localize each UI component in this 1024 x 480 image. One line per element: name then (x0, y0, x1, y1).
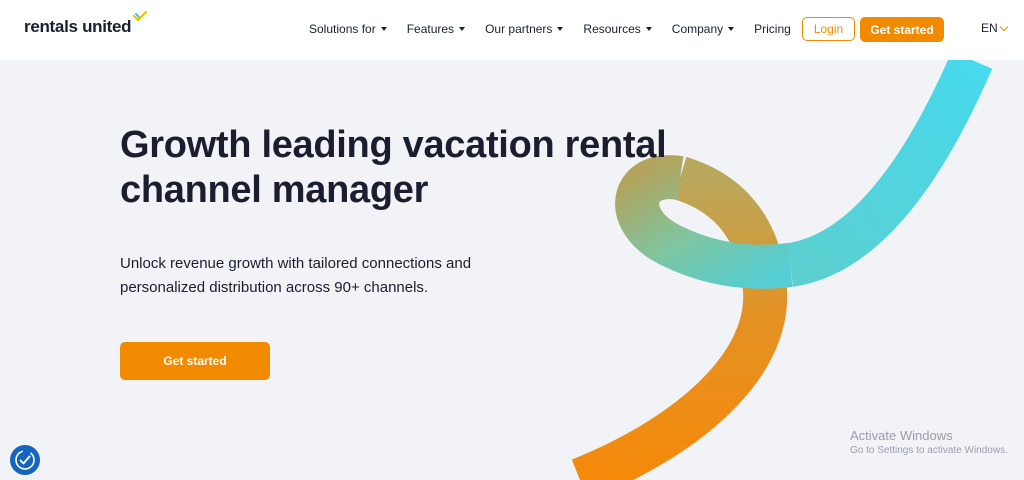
nav-label: Resources (583, 22, 641, 36)
caret-down-icon (459, 27, 466, 31)
accessibility-icon (15, 450, 35, 470)
activate-windows-watermark: Activate Windows Go to Settings to activ… (850, 428, 1008, 456)
nav-company[interactable]: Company (671, 20, 735, 38)
caret-down-icon (380, 27, 387, 31)
nav-label: Pricing (754, 22, 791, 36)
language-selector[interactable]: EN (981, 21, 1008, 35)
hero-title-line-2: channel manager (120, 169, 429, 211)
hero-title-line-1: Growth leading vacation rental (120, 124, 667, 166)
header-get-started-button[interactable]: Get started (860, 17, 944, 42)
nav-pricing[interactable]: Pricing (754, 20, 791, 38)
nav-label: Our partners (485, 22, 553, 36)
hero-subtitle-line-1: Unlock revenue growth with tailored conn… (120, 255, 472, 272)
login-button[interactable]: Login (802, 17, 855, 41)
nav-resources[interactable]: Resources (583, 20, 652, 38)
activate-windows-title: Activate Windows (850, 428, 953, 443)
hero-subtitle-line-2: personalized distribution across 90+ cha… (120, 279, 429, 296)
accessibility-button[interactable] (10, 445, 40, 475)
swirl-upper (785, 60, 993, 287)
nav-label: Company (671, 22, 724, 36)
nav-label: Features (406, 22, 455, 36)
language-label: EN (981, 21, 998, 35)
nav-label: Solutions for (309, 22, 376, 36)
activate-windows-subtitle: Go to Settings to activate Windows. (850, 445, 1008, 456)
caret-down-icon (645, 27, 652, 31)
nav-features[interactable]: Features (406, 20, 466, 38)
logo[interactable]: rentals united (24, 11, 147, 37)
nav-our-partners[interactable]: Our partners (485, 20, 564, 38)
site-header: rentals united Solutions for Features Ou… (0, 0, 1024, 60)
logo-checkmark-icon (133, 11, 147, 21)
hero-subtitle: Unlock revenue growth with tailored conn… (120, 252, 540, 300)
caret-down-icon (728, 27, 735, 31)
caret-down-icon (557, 27, 564, 31)
logo-text: rentals united (24, 17, 132, 36)
nav-solutions-for[interactable]: Solutions for (309, 20, 387, 38)
main-nav: Solutions for Features Our partners Reso… (309, 20, 791, 38)
chevron-down-icon (999, 22, 1008, 31)
hero-get-started-button[interactable]: Get started (120, 342, 270, 380)
hero-title: Growth leading vacation rental channel m… (120, 123, 740, 213)
